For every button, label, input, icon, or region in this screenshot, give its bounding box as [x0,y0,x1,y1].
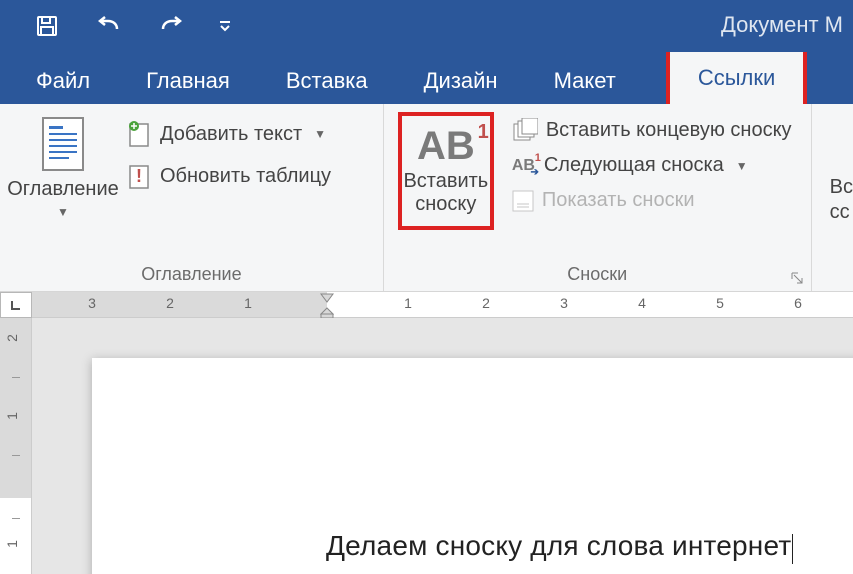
horizontal-ruler[interactable]: 3 2 1 1 2 3 4 5 6 [32,292,853,317]
partial-line2: сс [830,200,853,225]
insert-footnote-label-1: Вставить [403,170,488,192]
table-of-contents-button[interactable]: Оглавление ▼ [8,116,118,219]
show-footnotes-label: Показать сноски [542,189,695,212]
ruler-num: 1 [244,295,252,311]
insert-endnote-button[interactable]: Вставить концевую сноску [512,118,792,142]
tab-stop-icon [10,299,22,311]
ruler-num: 4 [638,295,646,311]
ruler-num: 6 [794,295,802,311]
pages-stack-icon [512,118,538,142]
group-footnotes: AB1 Вставить сноску Вставить концевую сн… [384,104,812,291]
group-label-footnotes: Сноски [398,260,797,287]
chevron-down-icon: ▼ [736,159,748,173]
document-canvas[interactable]: Делаем сноску для слова интернет [32,318,853,574]
undo-icon [95,15,123,37]
ruler-num: 1 [404,295,412,311]
add-text-label: Добавить текст [160,123,302,146]
customize-qat-button[interactable] [216,9,234,43]
horizontal-ruler-row: 3 2 1 1 2 3 4 5 6 [0,292,853,318]
update-table-icon: ! [128,162,152,190]
tab-design[interactable]: Дизайн [418,58,504,104]
ruler-num: 3 [88,295,96,311]
next-footnote-label: Следующая сноска [544,154,724,177]
footnote-ab-icon: AB1 [417,126,475,166]
insert-footnote-label-2: сноску [415,193,476,215]
update-table-button[interactable]: ! Обновить таблицу [128,162,331,190]
tab-references[interactable]: Ссылки [666,48,807,108]
next-footnote-button[interactable]: AB1➔ Следующая сноска ▼ [512,154,792,177]
insert-endnote-label: Вставить концевую сноску [546,119,792,142]
document-page-icon [39,116,87,172]
vruler-num: 1 [4,412,20,420]
dialog-launcher-footnotes[interactable] [791,271,805,285]
undo-button[interactable] [92,9,126,43]
tab-insert[interactable]: Вставка [280,58,374,104]
partial-line1: Вс [830,175,853,200]
redo-icon [157,15,185,37]
redo-button[interactable] [154,9,188,43]
ruler-num: 2 [166,295,174,311]
title-bar: Документ M [0,0,853,52]
body-text[interactable]: Делаем сноску для слова интернет [326,530,793,564]
save-icon [35,14,59,38]
chevron-down-icon: ▼ [314,127,326,141]
svg-text:!: ! [136,166,142,186]
tab-selector[interactable] [0,292,32,318]
tab-file[interactable]: Файл [30,58,96,104]
save-button[interactable] [30,9,64,43]
insert-footnote-button[interactable]: AB1 Вставить сноску [398,112,494,230]
ruler-num: 3 [560,295,568,311]
quick-access-toolbar [0,9,234,43]
toc-button-label: Оглавление [7,178,119,201]
vertical-ruler[interactable]: 2 1 1 [0,318,32,574]
ribbon-tabs: Файл Главная Вставка Дизайн Макет Ссылки… [0,52,853,104]
page[interactable]: Делаем сноску для слова интернет [92,358,853,574]
dialog-launcher-icon [791,272,803,284]
group-table-of-contents: Оглавление ▼ Добавить текст ▼ ! Обновить… [0,104,384,291]
add-text-button[interactable]: Добавить текст ▼ [128,120,331,148]
ribbon: Оглавление ▼ Добавить текст ▼ ! Обновить… [0,104,853,292]
workspace: 2 1 1 Делаем сноску для слова интернет [0,318,853,574]
update-table-label: Обновить таблицу [160,165,331,188]
tab-home[interactable]: Главная [140,58,236,104]
chevron-down-icon [218,19,232,33]
vruler-num: 1 [4,540,20,548]
vruler-num: 2 [4,334,20,342]
show-footnotes-button: Показать сноски [512,189,792,212]
text-cursor [792,534,793,564]
lines-icon [512,190,534,212]
group-label-toc: Оглавление [14,260,369,287]
document-title: Документ M [721,12,843,38]
ruler-num: 5 [716,295,724,311]
chevron-down-icon: ▼ [57,205,69,219]
next-footnote-icon: AB1➔ [512,157,536,175]
ruler-num: 2 [482,295,490,311]
tab-layout[interactable]: Макет [548,58,622,104]
add-text-icon [128,120,152,148]
group-citations-partial: Вс сс [812,104,853,291]
